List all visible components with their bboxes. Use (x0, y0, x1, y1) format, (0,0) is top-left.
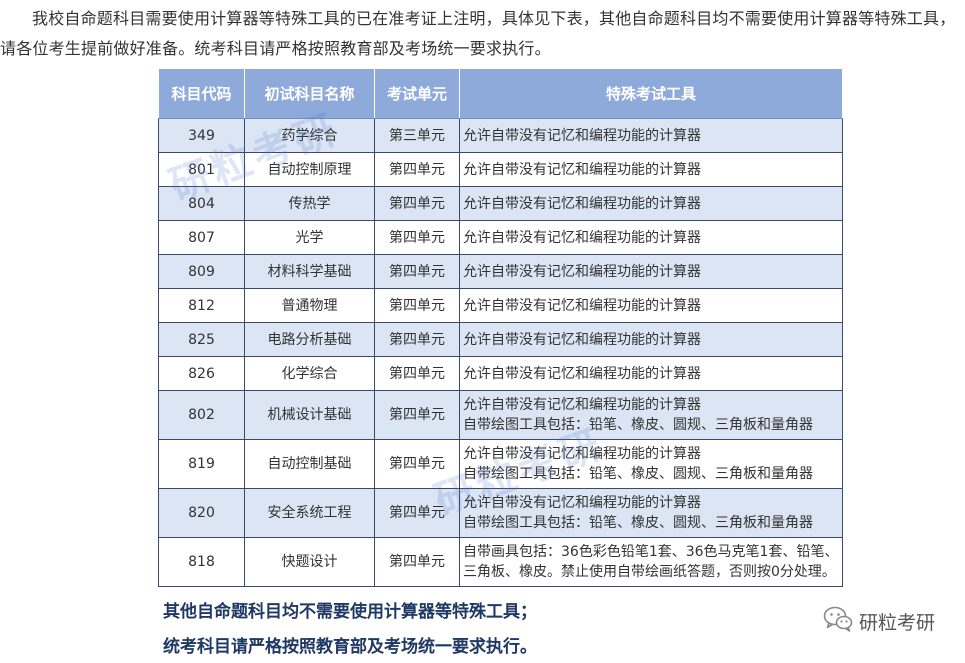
tool-line: 允许自带没有记忆和编程功能的计算器 (463, 446, 701, 462)
exam-unit-cell: 第四单元 (374, 220, 460, 255)
exam-unit-cell: 第四单元 (374, 254, 460, 289)
footer-note-calculator: 其他自命题科目均不需要使用计算器等特殊工具； (163, 602, 537, 622)
subject-code-cell: 349 (158, 118, 245, 153)
tool-line: 自带绘图工具包括：铅笔、橡皮、圆规、三角板和量角器 (463, 515, 813, 531)
subject-name-cell: 自动控制基础 (244, 439, 375, 489)
table-row: 818 快题设计 第四单元 自带画具包括：36色彩色铅笔1套、36色马克笔1套、铅笔、… (158, 537, 843, 587)
subject-code-cell: 825 (158, 322, 245, 357)
tool-line: 允许自带没有记忆和编程功能的计算器 (463, 297, 701, 314)
table-row: 812 普通物理 第四单元 允许自带没有记忆和编程功能的计算器 (158, 288, 843, 323)
table-row: 804 传热学 第四单元 允许自带没有记忆和编程功能的计算器 (158, 186, 843, 221)
table-row: 349 药学综合 第三单元 允许自带没有记忆和编程功能的计算器 (158, 118, 843, 153)
table-row: 820 安全系统工程 第四单元 允许自带没有记忆和编程功能的计算器自带绘图工具包括：铅… (158, 488, 843, 538)
exam-unit-cell: 第四单元 (374, 186, 460, 221)
tool-line: 允许自带没有记忆和编程功能的计算器 (463, 365, 701, 382)
brand-name: 研粒考研 (858, 611, 935, 634)
exam-unit-cell: 第四单元 (374, 152, 460, 187)
exam-unit-cell: 第四单元 (374, 288, 460, 323)
table-row: 807 光学 第四单元 允许自带没有记忆和编程功能的计算器 (158, 220, 843, 255)
exam-unit-cell: 第四单元 (374, 537, 460, 587)
header-subject-code: 科目代码 (158, 68, 245, 119)
subject-name-cell: 自动控制原理 (244, 152, 375, 187)
subject-code-cell: 818 (158, 537, 245, 587)
subject-name-cell: 普通物理 (244, 288, 375, 323)
subject-code-cell: 812 (158, 288, 245, 323)
special-tools-cell: 允许自带没有记忆和编程功能的计算器自带绘图工具包括：铅笔、橡皮、圆规、三角板和量… (459, 488, 843, 538)
subject-name-cell: 化学综合 (244, 356, 375, 391)
table-header-row: 科目代码 初试科目名称 考试单元 特殊考试工具 (158, 68, 843, 119)
subject-code-cell: 801 (158, 152, 245, 187)
brand-badge: 研粒考研 (823, 606, 935, 636)
header-exam-unit: 考试单元 (374, 68, 460, 119)
exam-unit-cell: 第四单元 (374, 390, 460, 440)
special-tools-cell: 允许自带没有记忆和编程功能的计算器自带绘图工具包括：铅笔、橡皮、圆规、三角板和量… (459, 439, 843, 489)
tool-line: 允许自带没有记忆和编程功能的计算器 (463, 495, 701, 511)
tool-line: 允许自带没有记忆和编程功能的计算器 (463, 195, 701, 212)
exam-unit-cell: 第四单元 (374, 488, 460, 538)
tool-line: 允许自带没有记忆和编程功能的计算器 (463, 127, 701, 144)
header-subject-name: 初试科目名称 (244, 68, 375, 119)
tool-line: 三角板、橡皮。禁止使用自带绘画纸答题，否则按0分处理。 (463, 564, 836, 580)
special-tools-cell: 允许自带没有记忆和编程功能的计算器 (459, 118, 843, 153)
tool-line: 自带画具包括：36色彩色铅笔1套、36色马克笔1套、铅笔、 (463, 544, 839, 560)
subject-code-cell: 807 (158, 220, 245, 255)
tool-line: 自带绘图工具包括：铅笔、橡皮、圆规、三角板和量角器 (463, 417, 813, 433)
tool-line: 允许自带没有记忆和编程功能的计算器 (463, 331, 701, 348)
exam-unit-cell: 第四单元 (374, 439, 460, 489)
exam-unit-cell: 第三单元 (374, 118, 460, 153)
intro-paragraph: 我校自命题科目需要使用计算器等特殊工具的已在准考证上注明，具体见下表，其他自命题… (0, 9, 956, 58)
table-row: 819 自动控制基础 第四单元 允许自带没有记忆和编程功能的计算器自带绘图工具包括：铅… (158, 439, 843, 489)
special-tools-cell: 允许自带没有记忆和编程功能的计算器自带绘图工具包括：铅笔、橡皮、圆规、三角板和量… (459, 390, 843, 440)
special-tools-cell: 允许自带没有记忆和编程功能的计算器 (459, 322, 843, 357)
special-tools-cell: 允许自带没有记忆和编程功能的计算器 (459, 186, 843, 221)
subject-name-cell: 传热学 (244, 186, 375, 221)
table-row: 826 化学综合 第四单元 允许自带没有记忆和编程功能的计算器 (158, 356, 843, 391)
subject-code-cell: 826 (158, 356, 245, 391)
table-row: 802 机械设计基础 第四单元 允许自带没有记忆和编程功能的计算器自带绘图工具包括：铅… (158, 390, 843, 440)
table-body: 349 药学综合 第三单元 允许自带没有记忆和编程功能的计算器 801 自动控制原理 第四单… (158, 118, 843, 587)
tool-line: 自带绘图工具包括：铅笔、橡皮、圆规、三角板和量角器 (463, 466, 813, 482)
subject-name-cell: 机械设计基础 (244, 390, 375, 440)
exam-unit-cell: 第四单元 (374, 356, 460, 391)
subject-name-cell: 光学 (244, 220, 375, 255)
subject-name-cell: 安全系统工程 (244, 488, 375, 538)
subject-code-cell: 804 (158, 186, 245, 221)
tool-line: 允许自带没有记忆和编程功能的计算器 (463, 229, 701, 246)
special-tools-cell: 自带画具包括：36色彩色铅笔1套、36色马克笔1套、铅笔、 三角板、橡皮。禁止使用… (459, 537, 843, 587)
footer-note-unified-exam: 统考科目请严格按照教育部及考场统一要求执行。 (163, 637, 537, 657)
subject-name-cell: 药学综合 (244, 118, 375, 153)
header-special-tools: 特殊考试工具 (459, 68, 843, 119)
table-row: 801 自动控制原理 第四单元 允许自带没有记忆和编程功能的计算器 (158, 152, 843, 187)
table-row: 809 材料科学基础 第四单元 允许自带没有记忆和编程功能的计算器 (158, 254, 843, 289)
special-tools-cell: 允许自带没有记忆和编程功能的计算器 (459, 288, 843, 323)
subject-name-cell: 电路分析基础 (244, 322, 375, 357)
tool-line: 允许自带没有记忆和编程功能的计算器 (463, 263, 701, 280)
special-tools-cell: 允许自带没有记忆和编程功能的计算器 (459, 254, 843, 289)
subject-code-cell: 809 (158, 254, 245, 289)
table-row: 825 电路分析基础 第四单元 允许自带没有记忆和编程功能的计算器 (158, 322, 843, 357)
subject-name-cell: 材料科学基础 (244, 254, 375, 289)
subject-name-cell: 快题设计 (244, 537, 375, 587)
wechat-icon (823, 606, 853, 636)
exam-unit-cell: 第四单元 (374, 322, 460, 357)
tool-line: 允许自带没有记忆和编程功能的计算器 (463, 161, 701, 178)
special-tools-cell: 允许自带没有记忆和编程功能的计算器 (459, 220, 843, 255)
subject-code-cell: 819 (158, 439, 245, 489)
tool-line: 允许自带没有记忆和编程功能的计算器 (463, 397, 701, 413)
subject-code-cell: 802 (158, 390, 245, 440)
special-tools-cell: 允许自带没有记忆和编程功能的计算器 (459, 152, 843, 187)
special-tools-cell: 允许自带没有记忆和编程功能的计算器 (459, 356, 843, 391)
subject-code-cell: 820 (158, 488, 245, 538)
special-tools-table: 科目代码 初试科目名称 考试单元 特殊考试工具 349 药学综合 第三单元 允许自带没… (158, 68, 843, 587)
